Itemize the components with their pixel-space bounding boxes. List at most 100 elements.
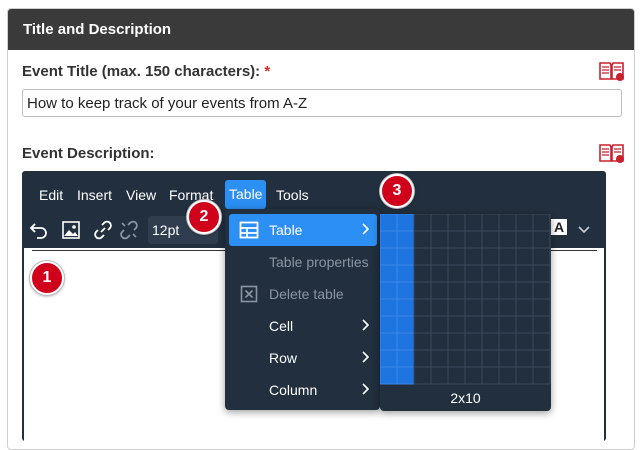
grid-cell[interactable] — [532, 214, 551, 232]
grid-cell[interactable] — [532, 230, 551, 249]
grid-cell[interactable] — [532, 332, 551, 351]
grid-cell[interactable] — [447, 332, 466, 351]
grid-cell[interactable] — [396, 366, 415, 385]
grid-cell[interactable] — [515, 264, 534, 283]
grid-cell[interactable] — [413, 315, 432, 334]
grid-cell[interactable] — [515, 298, 534, 317]
grid-cell[interactable] — [413, 247, 432, 266]
grid-cell[interactable] — [498, 230, 517, 249]
grid-cell[interactable] — [498, 349, 517, 368]
grid-cell[interactable] — [396, 230, 415, 249]
grid-cell[interactable] — [430, 366, 449, 385]
grid-cell[interactable] — [464, 264, 483, 283]
menu-edit[interactable]: Edit — [39, 187, 63, 203]
event-title-input[interactable] — [22, 89, 622, 117]
grid-cell[interactable] — [413, 281, 432, 300]
grid-cell[interactable] — [430, 230, 449, 249]
grid-cell[interactable] — [430, 315, 449, 334]
grid-cell[interactable] — [380, 281, 398, 300]
grid-cell[interactable] — [396, 332, 415, 351]
insert-image-button[interactable] — [57, 216, 85, 244]
grid-cell[interactable] — [413, 366, 432, 385]
remove-link-button[interactable] — [115, 216, 143, 244]
grid-cell[interactable] — [447, 281, 466, 300]
grid-cell[interactable] — [396, 281, 415, 300]
grid-cell[interactable] — [464, 214, 483, 232]
text-color-button[interactable]: A — [551, 219, 568, 235]
grid-cell[interactable] — [498, 315, 517, 334]
grid-cell[interactable] — [380, 230, 398, 249]
grid-cell[interactable] — [498, 298, 517, 317]
grid-cell[interactable] — [447, 247, 466, 266]
grid-cell[interactable] — [413, 349, 432, 368]
grid-cell[interactable] — [430, 247, 449, 266]
grid-cell[interactable] — [481, 298, 500, 317]
grid-cell[interactable] — [498, 214, 517, 232]
grid-cell[interactable] — [396, 264, 415, 283]
grid-cell[interactable] — [481, 349, 500, 368]
grid-cell[interactable] — [447, 264, 466, 283]
grid-cell[interactable] — [515, 281, 534, 300]
menu-tools[interactable]: Tools — [276, 187, 309, 203]
grid-cell[interactable] — [532, 349, 551, 368]
grid-cell[interactable] — [481, 230, 500, 249]
grid-cell[interactable] — [447, 214, 466, 232]
grid-cell[interactable] — [464, 315, 483, 334]
grid-cell[interactable] — [413, 214, 432, 232]
grid-cell[interactable] — [464, 281, 483, 300]
grid-cell[interactable] — [396, 315, 415, 334]
grid-cell[interactable] — [447, 366, 466, 385]
insert-link-button[interactable] — [89, 216, 117, 244]
grid-cell[interactable] — [464, 349, 483, 368]
grid-cell[interactable] — [430, 332, 449, 351]
grid-cell[interactable] — [380, 214, 398, 232]
grid-cell[interactable] — [380, 264, 398, 283]
grid-cell[interactable] — [481, 247, 500, 266]
grid-cell[interactable] — [532, 264, 551, 283]
menu-item-column[interactable]: Column — [229, 374, 377, 406]
grid-cell[interactable] — [447, 298, 466, 317]
grid-cell[interactable] — [515, 214, 534, 232]
grid-cell[interactable] — [380, 315, 398, 334]
grid-cell[interactable] — [380, 349, 398, 368]
grid-cell[interactable] — [413, 332, 432, 351]
grid-cell[interactable] — [515, 230, 534, 249]
grid-cell[interactable] — [380, 247, 398, 266]
menu-item-table[interactable]: Table — [229, 214, 377, 246]
grid-cell[interactable] — [464, 247, 483, 266]
grid-cell[interactable] — [447, 349, 466, 368]
grid-cell[interactable] — [498, 366, 517, 385]
menu-item-cell[interactable]: Cell — [229, 310, 377, 342]
grid-cell[interactable] — [380, 298, 398, 317]
grid-cell[interactable] — [532, 366, 551, 385]
translate-book-icon[interactable] — [599, 142, 625, 164]
grid-cell[interactable] — [515, 247, 534, 266]
grid-cell[interactable] — [430, 349, 449, 368]
menu-insert[interactable]: Insert — [77, 187, 112, 203]
grid-cell[interactable] — [515, 349, 534, 368]
table-size-grid[interactable] — [380, 214, 551, 386]
grid-cell[interactable] — [413, 230, 432, 249]
grid-cell[interactable] — [413, 298, 432, 317]
grid-cell[interactable] — [532, 315, 551, 334]
grid-cell[interactable] — [430, 281, 449, 300]
grid-cell[interactable] — [464, 298, 483, 317]
grid-cell[interactable] — [515, 332, 534, 351]
grid-cell[interactable] — [430, 214, 449, 232]
grid-cell[interactable] — [498, 247, 517, 266]
grid-cell[interactable] — [396, 349, 415, 368]
grid-cell[interactable] — [532, 298, 551, 317]
grid-cell[interactable] — [481, 366, 500, 385]
menu-item-row[interactable]: Row — [229, 342, 377, 374]
grid-cell[interactable] — [481, 332, 500, 351]
menu-view[interactable]: View — [126, 187, 156, 203]
menu-table[interactable]: Table — [225, 180, 267, 209]
grid-cell[interactable] — [380, 332, 398, 351]
grid-cell[interactable] — [430, 264, 449, 283]
grid-cell[interactable] — [380, 366, 398, 385]
grid-cell[interactable] — [447, 230, 466, 249]
grid-cell[interactable] — [481, 315, 500, 334]
grid-cell[interactable] — [464, 230, 483, 249]
grid-cell[interactable] — [396, 247, 415, 266]
grid-cell[interactable] — [464, 366, 483, 385]
